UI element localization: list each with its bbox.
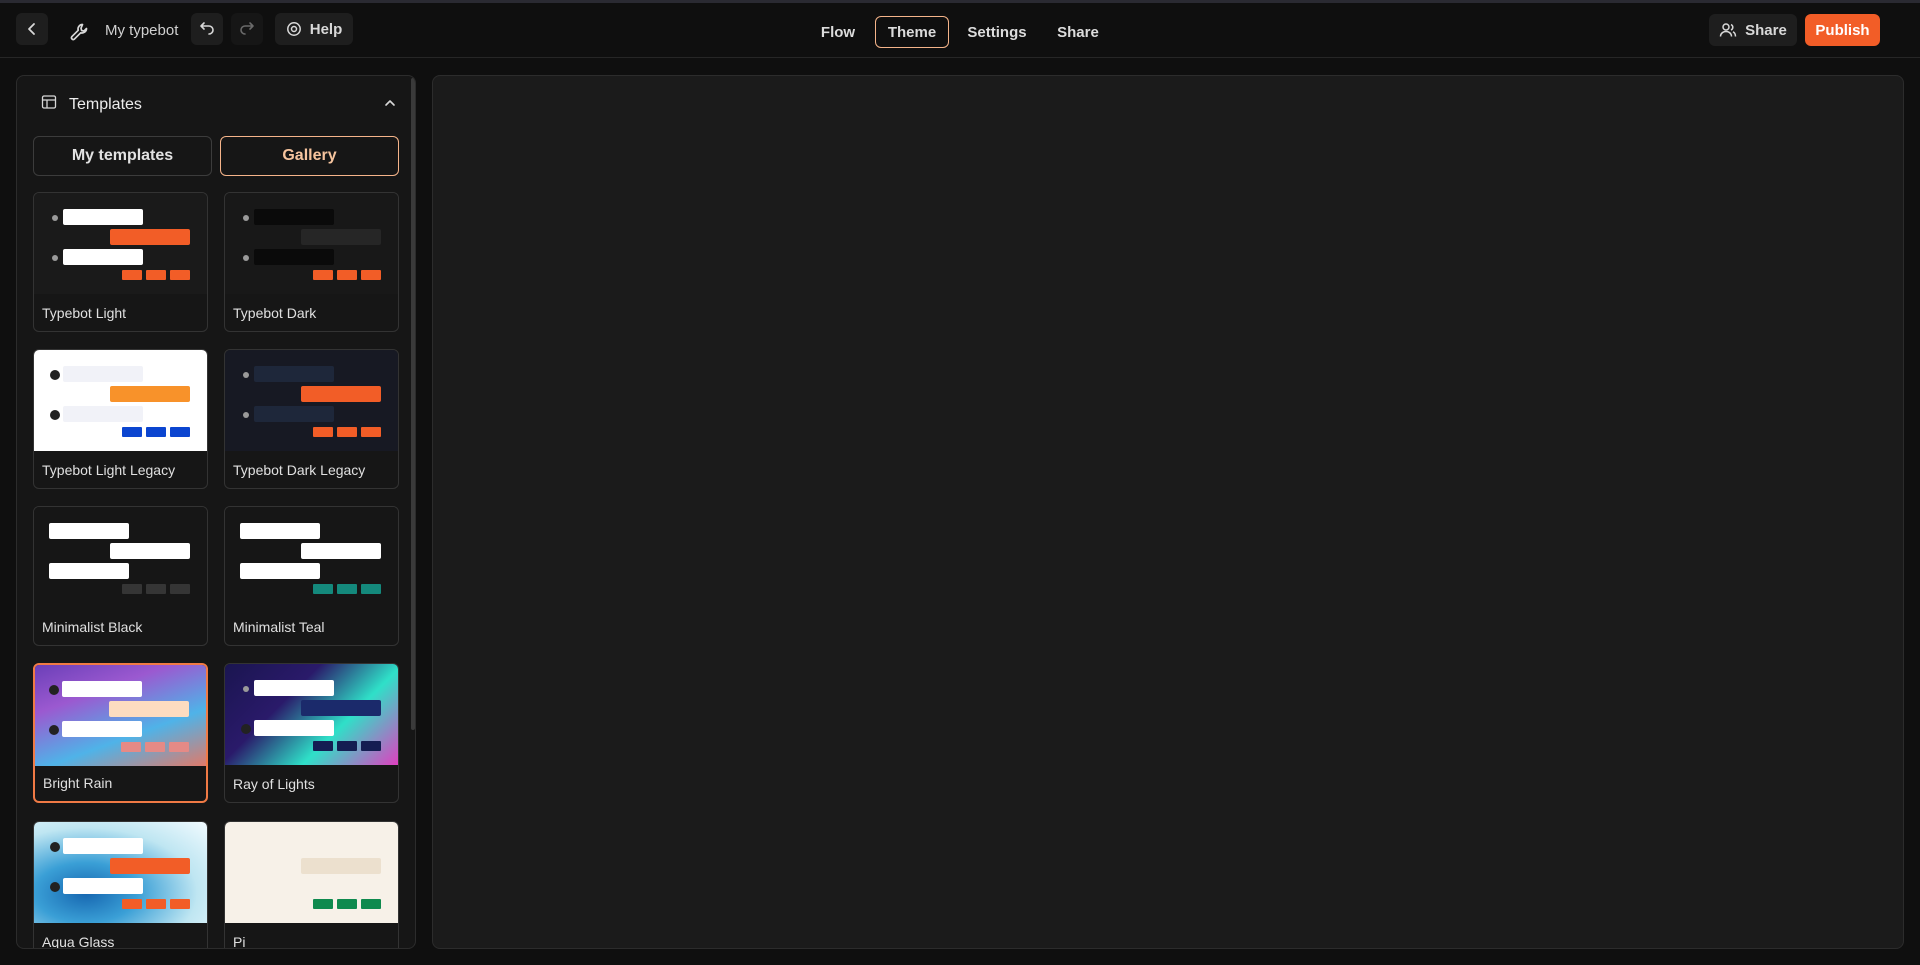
undo-button[interactable]: [191, 13, 223, 45]
tab-theme[interactable]: Theme: [875, 16, 949, 48]
help-icon: [286, 21, 302, 37]
tab-theme-label: Theme: [887, 23, 937, 41]
template-name: Minimalist Teal: [233, 619, 325, 635]
template-card-minimalist-black[interactable]: Minimalist Black: [33, 506, 208, 646]
share-label: Share: [1745, 21, 1787, 39]
scrollbar[interactable]: [411, 78, 415, 730]
theme-preview-panel: [432, 75, 1904, 949]
template-name: Pi: [233, 934, 246, 949]
template-card-typebot-dark-legacy[interactable]: Typebot Dark Legacy: [224, 349, 399, 489]
top-bar: My typebot Help Flow Theme Settings Shar…: [0, 3, 1920, 58]
tab-my-templates[interactable]: My templates: [33, 136, 212, 176]
template-preview: [225, 507, 398, 608]
tab-my-templates-label: My templates: [71, 147, 174, 164]
template-card-aqua-glass[interactable]: Aqua Glass: [33, 821, 208, 949]
tab-settings[interactable]: Settings: [960, 16, 1034, 48]
back-button[interactable]: [16, 13, 48, 45]
redo-icon: [239, 21, 255, 37]
tab-share[interactable]: Share: [1050, 16, 1106, 48]
help-label: Help: [309, 20, 343, 38]
share-button[interactable]: Share: [1709, 14, 1797, 46]
templates-panel: Templates My templates Gallery Typebot L…: [16, 75, 416, 949]
template-preview: [34, 822, 207, 923]
template-name: Typebot Light: [42, 305, 127, 321]
template-card-pi[interactable]: Pi: [224, 821, 399, 949]
template-name: Ray of Lights: [233, 776, 315, 792]
tab-flow-label: Flow: [820, 23, 856, 41]
undo-icon: [199, 21, 215, 37]
users-icon: [1719, 22, 1737, 38]
template-card-typebot-light[interactable]: Typebot Light: [33, 192, 208, 332]
templates-title: Templates: [69, 95, 142, 113]
template-name: Bright Rain: [43, 775, 113, 791]
template-preview: [34, 350, 207, 451]
template-name: Minimalist Black: [42, 619, 143, 635]
tab-settings-label: Settings: [967, 23, 1027, 41]
template-name: Aqua Glass: [42, 934, 115, 949]
help-button[interactable]: Help: [275, 13, 353, 45]
template-preview: [34, 507, 207, 608]
template-preview: [225, 664, 398, 765]
template-preview: [225, 350, 398, 451]
publish-label: Publish: [1815, 21, 1870, 39]
template-preview: [225, 822, 398, 923]
layout-icon: [41, 94, 57, 115]
template-name: Typebot Dark: [233, 305, 317, 321]
template-name: Typebot Light Legacy: [42, 462, 176, 478]
tab-share-label: Share: [1057, 23, 1099, 41]
template-card-minimalist-teal[interactable]: Minimalist Teal: [224, 506, 399, 646]
chevron-up-icon[interactable]: [383, 96, 397, 115]
typebot-name[interactable]: My typebot: [105, 22, 178, 39]
template-preview: [35, 665, 206, 766]
template-preview: [34, 193, 207, 294]
templates-header[interactable]: Templates: [41, 94, 142, 115]
template-card-typebot-dark[interactable]: Typebot Dark: [224, 192, 399, 332]
tab-gallery-label: Gallery: [282, 147, 337, 164]
tab-flow[interactable]: Flow: [812, 16, 864, 48]
tab-gallery[interactable]: Gallery: [220, 136, 399, 176]
template-card-bright-rain[interactable]: Bright Rain: [33, 663, 208, 803]
template-card-ray-of-lights[interactable]: Ray of Lights: [224, 663, 399, 803]
back-icon: [25, 22, 39, 36]
template-name: Typebot Dark Legacy: [233, 462, 366, 478]
publish-button[interactable]: Publish: [1805, 14, 1880, 46]
template-card-typebot-light-legacy[interactable]: Typebot Light Legacy: [33, 349, 208, 489]
redo-button[interactable]: [231, 13, 263, 45]
wrench-icon[interactable]: [68, 20, 92, 49]
template-preview: [225, 193, 398, 294]
